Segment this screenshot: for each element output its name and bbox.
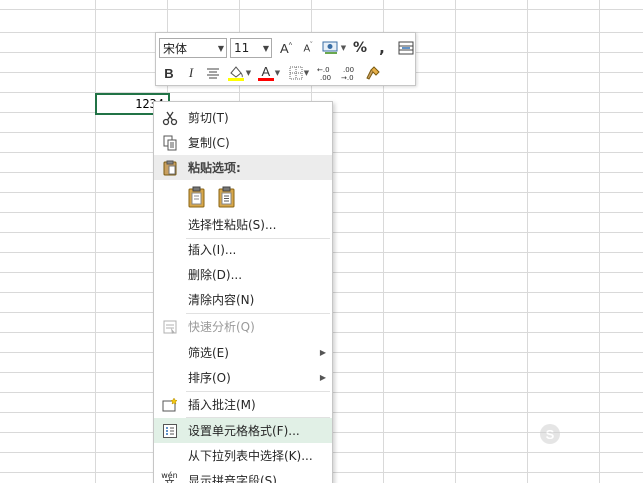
menu-item-label: 排序(O): [188, 371, 231, 385]
grow-font-icon: A^: [280, 40, 292, 56]
clipboard-icon: [161, 159, 178, 176]
font-color-button[interactable]: A ▼: [255, 62, 283, 84]
scissors-icon: [161, 109, 178, 126]
font-size-value: 11: [234, 41, 250, 55]
menu-item-label: 快速分析(Q): [188, 320, 255, 334]
svg-text:.00: .00: [320, 74, 331, 82]
menu-item-copy[interactable]: 复制(C): [154, 130, 332, 155]
menu-item-clear-contents[interactable]: 清除内容(N): [154, 287, 332, 312]
percent-style-button[interactable]: %: [350, 37, 370, 59]
menu-item-filter[interactable]: 筛选(E) ▶: [154, 340, 332, 365]
increase-decimal-button[interactable]: ←.0 .00: [315, 62, 337, 84]
shrink-font-icon: Aˇ: [303, 41, 313, 55]
watermark: S: [540, 424, 560, 444]
merge-center-button[interactable]: [394, 37, 418, 59]
menu-item-label: 复制(C): [188, 136, 230, 150]
italic-label: I: [188, 65, 194, 80]
quick-analysis-icon: [161, 318, 178, 335]
svg-text:←.0: ←.0: [317, 66, 330, 74]
chevron-down-icon: ▼: [245, 69, 252, 77]
fill-color-button[interactable]: ▼: [225, 62, 253, 84]
svg-text:.00: .00: [343, 66, 354, 74]
menu-item-cut[interactable]: 剪切(T): [154, 105, 332, 130]
menu-item-label: 从下拉列表中选择(K)...: [188, 449, 313, 463]
decrease-decimal-button[interactable]: .00 →.0: [339, 62, 361, 84]
insert-comment-icon: [161, 396, 178, 413]
shrink-font-button[interactable]: Aˇ: [298, 37, 318, 59]
borders-icon: [289, 66, 303, 80]
menu-item-show-phonetic[interactable]: wén 文 显示拼音字段(S): [154, 468, 332, 483]
format-painter-button[interactable]: [363, 62, 383, 84]
bold-label: B: [164, 65, 174, 81]
font-name-value: 宋体: [163, 41, 188, 56]
menu-item-insert[interactable]: 插入(I)...: [154, 237, 332, 262]
paste-button[interactable]: [186, 185, 208, 209]
submenu-arrow-icon: ▶: [319, 348, 326, 357]
paste-values-button[interactable]: [216, 185, 238, 209]
chevron-down-icon: ▼: [274, 69, 281, 77]
chevron-down-icon: ▼: [303, 69, 310, 77]
copy-icon: [161, 134, 178, 151]
fill-color-icon: [227, 66, 244, 81]
menu-item-label: 清除内容(N): [188, 293, 255, 307]
menu-item-label: 粘贴选项:: [188, 161, 241, 175]
menu-item-format-cells[interactable]: 设置单元格格式(F)...: [154, 418, 332, 443]
svg-text:→.0: →.0: [341, 74, 354, 82]
menu-item-label: 剪切(T): [188, 111, 229, 125]
menu-item-label: 筛选(E): [188, 346, 229, 360]
decrease-decimal-icon: .00 →.0: [341, 66, 354, 82]
percent-label: %: [352, 40, 368, 56]
align-center-icon: [207, 68, 219, 79]
chevron-down-icon: ▼: [262, 43, 270, 53]
menu-item-paste-special[interactable]: 选择性粘贴(S)...: [154, 212, 332, 237]
spreadsheet-grid[interactable]: 1234 宋体 ▼ 11 ▼ A^ Aˇ ▼ % , B I ▼ A ▼ ▼ ←…: [0, 0, 643, 483]
merge-center-icon: [398, 41, 414, 55]
menu-item-label: 插入(I)...: [188, 243, 237, 257]
grow-font-label: A: [280, 40, 289, 56]
format-painter-icon: [366, 66, 380, 80]
font-name-dropdown[interactable]: 宋体 ▼: [159, 38, 227, 58]
menu-item-insert-comment[interactable]: 插入批注(M): [154, 392, 332, 417]
font-color-label: A: [261, 64, 271, 79]
paste-icon: [188, 186, 205, 208]
menu-section-paste-options: 粘贴选项:: [154, 155, 332, 180]
watermark-logo: S: [540, 424, 560, 444]
context-menu: 剪切(T) 复制(C) 粘贴选项: 选择性粘贴(S)... 插入(I)... 删…: [153, 101, 333, 483]
paste-options-row: [186, 182, 238, 212]
grow-font-button[interactable]: A^: [276, 37, 296, 59]
borders-button[interactable]: ▼: [285, 62, 313, 84]
menu-item-sort[interactable]: 排序(O) ▶: [154, 365, 332, 390]
increase-decimal-icon: ←.0 .00: [317, 66, 331, 82]
menu-item-pick-from-list[interactable]: 从下拉列表中选择(K)...: [154, 443, 332, 468]
menu-item-label: 选择性粘贴(S)...: [188, 218, 277, 232]
accounting-format-icon: [322, 41, 338, 54]
menu-item-label: 插入批注(M): [188, 398, 256, 412]
menu-item-label: 删除(D)...: [188, 268, 243, 282]
menu-item-label: 显示拼音字段(S): [188, 474, 277, 483]
comma-label: ,: [379, 39, 385, 57]
align-center-button[interactable]: [203, 62, 223, 84]
submenu-arrow-icon: ▶: [319, 373, 326, 382]
chevron-down-icon: ▼: [217, 43, 225, 53]
font-size-dropdown[interactable]: 11 ▼: [230, 38, 272, 58]
format-cells-icon: [161, 422, 178, 439]
accounting-format-button[interactable]: ▼: [320, 37, 348, 59]
paste-values-icon: [218, 186, 235, 208]
menu-item-label: 设置单元格格式(F)...: [188, 424, 300, 438]
menu-item-quick-analysis[interactable]: 快速分析(Q): [154, 314, 332, 339]
italic-button[interactable]: I: [181, 62, 201, 84]
font-color-icon: A: [257, 64, 274, 81]
comma-style-button[interactable]: ,: [372, 37, 392, 59]
phonetic-icon: wén 文: [161, 471, 178, 483]
chevron-down-icon: ▼: [340, 44, 347, 52]
bold-button[interactable]: B: [159, 62, 179, 84]
mini-toolbar: 宋体 ▼ 11 ▼ A^ Aˇ ▼ % , B I ▼ A ▼ ▼ ←.0 .0…: [155, 32, 416, 86]
menu-item-delete[interactable]: 删除(D)...: [154, 262, 332, 287]
